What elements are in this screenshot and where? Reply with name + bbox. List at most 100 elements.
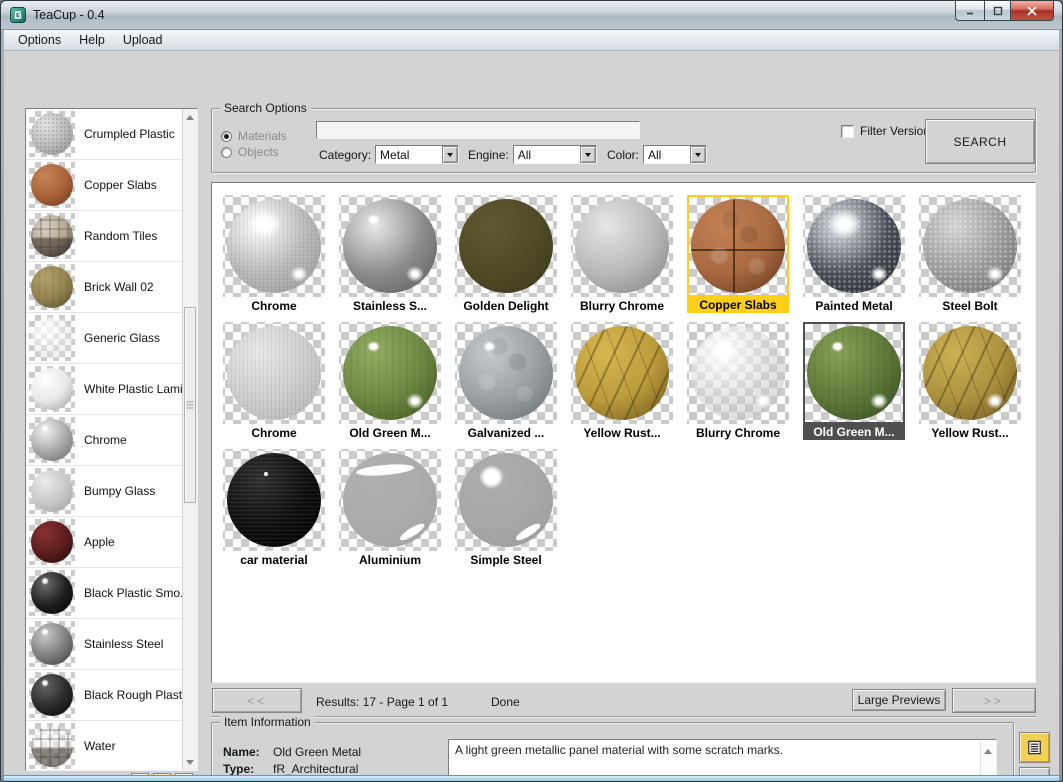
material-result-item[interactable]: Yellow Rust... — [564, 322, 680, 449]
material-label: Golden Delight — [463, 298, 548, 314]
sidebar-material-item[interactable]: Chrome — [26, 415, 184, 466]
dropdown-button[interactable] — [580, 146, 596, 163]
material-label: Blurry Chrome — [696, 425, 780, 441]
search-filters: Category: Metal Engine: All Color: All — [212, 145, 1035, 165]
sidebar-material-item[interactable]: Apple — [26, 517, 184, 568]
done-status: Done — [491, 695, 520, 709]
material-result-item[interactable]: Painted Metal — [796, 195, 912, 322]
material-label: Old Green M... — [349, 425, 430, 441]
material-thumbnail — [339, 322, 441, 424]
sidebar-material-item[interactable]: Random Tiles — [26, 211, 184, 262]
filter-label: Category: — [319, 148, 371, 162]
sidebar-material-item[interactable]: Generic Glass — [26, 313, 184, 364]
filter-version-checkbox[interactable] — [841, 125, 854, 138]
dropdown-button[interactable] — [690, 146, 706, 163]
engine-dropdown[interactable]: All — [513, 145, 597, 164]
material-label: White Plastic Lami... — [84, 382, 193, 396]
material-label: Crumpled Plastic — [84, 127, 175, 141]
maximize-button[interactable] — [984, 1, 1011, 21]
material-label: Bumpy Glass — [84, 484, 155, 498]
radio-option-materials[interactable]: Materials — [221, 128, 287, 144]
minimize-button[interactable] — [955, 1, 984, 21]
scroll-up-arrow-icon[interactable] — [183, 109, 197, 123]
menu-item-options[interactable]: Options — [9, 31, 70, 49]
material-label: Aluminium — [359, 552, 421, 568]
close-button[interactable] — [1011, 1, 1054, 21]
sidebar-scrollbar[interactable] — [182, 109, 197, 770]
scroll-up-arrow-icon[interactable] — [981, 743, 995, 757]
material-thumbnail — [29, 570, 75, 616]
material-label: Simple Steel — [470, 552, 541, 568]
material-result-item[interactable]: car material — [216, 449, 332, 576]
material-thumbnail — [29, 213, 75, 259]
material-thumbnail — [571, 322, 673, 424]
material-result-item[interactable]: Old Green M... — [332, 322, 448, 449]
material-result-item[interactable]: Steel Bolt — [912, 195, 1028, 322]
sidebar-material-item[interactable]: Bumpy Glass — [26, 466, 184, 517]
results-panel: Chrome Stainless S... Golden Delight Blu… — [211, 182, 1036, 683]
filter-group: Category: Metal — [319, 145, 459, 164]
material-label: Chrome — [251, 298, 296, 314]
material-thumbnail — [223, 322, 325, 424]
scrollbar-thumb[interactable] — [184, 307, 196, 503]
material-label: Brick Wall 02 — [84, 280, 154, 294]
material-thumbnail — [29, 366, 75, 412]
large-previews-button[interactable]: Large Previews — [852, 689, 946, 711]
previous-page-button[interactable]: << — [212, 688, 302, 713]
sidebar-material-item[interactable]: Stainless Steel — [26, 619, 184, 670]
search-options-legend: Search Options — [220, 101, 311, 116]
material-result-item[interactable]: Aluminium — [332, 449, 448, 576]
material-thumbnail — [29, 672, 75, 718]
material-result-item[interactable]: Yellow Rust... — [912, 322, 1028, 449]
dropdown-value: All — [644, 146, 690, 163]
material-thumbnail — [455, 195, 557, 297]
sidebar-material-item[interactable]: Water — [26, 721, 184, 771]
dropdown-button[interactable] — [442, 146, 458, 163]
material-label: Yellow Rust... — [583, 425, 660, 441]
teacup-window: TeaCup - 0.4 OptionsHelpUpload Crumpled … — [0, 0, 1063, 782]
material-result-item[interactable]: Chrome — [216, 322, 332, 449]
dropdown-value: All — [514, 146, 580, 163]
material-result-item[interactable]: Galvanized ... — [448, 322, 564, 449]
sidebar-material-item[interactable]: White Plastic Lami... — [26, 364, 184, 415]
sidebar-material-item[interactable]: Crumpled Plastic — [26, 109, 184, 160]
menu-item-help[interactable]: Help — [70, 31, 114, 49]
chevron-down-icon — [447, 153, 453, 160]
material-thumbnail — [29, 111, 75, 157]
material-thumbnail — [919, 322, 1021, 424]
material-result-item[interactable]: Chrome — [216, 195, 332, 322]
sidebar-material-item[interactable]: Black Plastic Smo... — [26, 568, 184, 619]
material-result-item[interactable]: Old Green M... — [796, 322, 912, 449]
menu-item-upload[interactable]: Upload — [114, 31, 172, 49]
material-thumbnail — [29, 264, 75, 310]
next-page-button[interactable]: >> — [952, 688, 1036, 713]
material-result-item[interactable]: Golden Delight — [448, 195, 564, 322]
material-thumbnail — [455, 322, 557, 424]
document-text-icon[interactable] — [1019, 732, 1050, 763]
filter-group: Engine: All — [468, 145, 597, 164]
material-thumbnail — [803, 195, 905, 297]
color-dropdown[interactable]: All — [643, 145, 707, 164]
material-label: Copper Slabs — [687, 297, 789, 313]
sidebar-material-item[interactable]: Copper Slabs — [26, 160, 184, 211]
chevron-down-icon — [695, 153, 701, 160]
sidebar-material-item[interactable]: Brick Wall 02 — [26, 262, 184, 313]
material-label: Old Green M... — [803, 424, 905, 440]
material-thumbnail — [29, 315, 75, 361]
material-result-item[interactable]: Copper Slabs — [680, 195, 796, 322]
scroll-down-arrow-icon[interactable] — [183, 756, 197, 770]
sidebar-material-item[interactable]: Black Rough Plastic — [26, 670, 184, 721]
material-thumbnail — [29, 621, 75, 667]
material-thumbnail — [29, 162, 75, 208]
material-thumbnail — [687, 195, 789, 297]
material-result-item[interactable]: Simple Steel — [448, 449, 564, 576]
search-input[interactable] — [316, 121, 640, 139]
material-result-item[interactable]: Stainless S... — [332, 195, 448, 322]
search-button[interactable]: SEARCH — [925, 119, 1035, 164]
material-result-item[interactable]: Blurry Chrome — [564, 195, 680, 322]
category-dropdown[interactable]: Metal — [375, 145, 459, 164]
material-result-item[interactable]: Blurry Chrome — [680, 322, 796, 449]
material-thumbnail — [29, 519, 75, 565]
material-label: Apple — [84, 535, 115, 549]
filter-version-option[interactable]: Filter Version — [841, 124, 930, 138]
